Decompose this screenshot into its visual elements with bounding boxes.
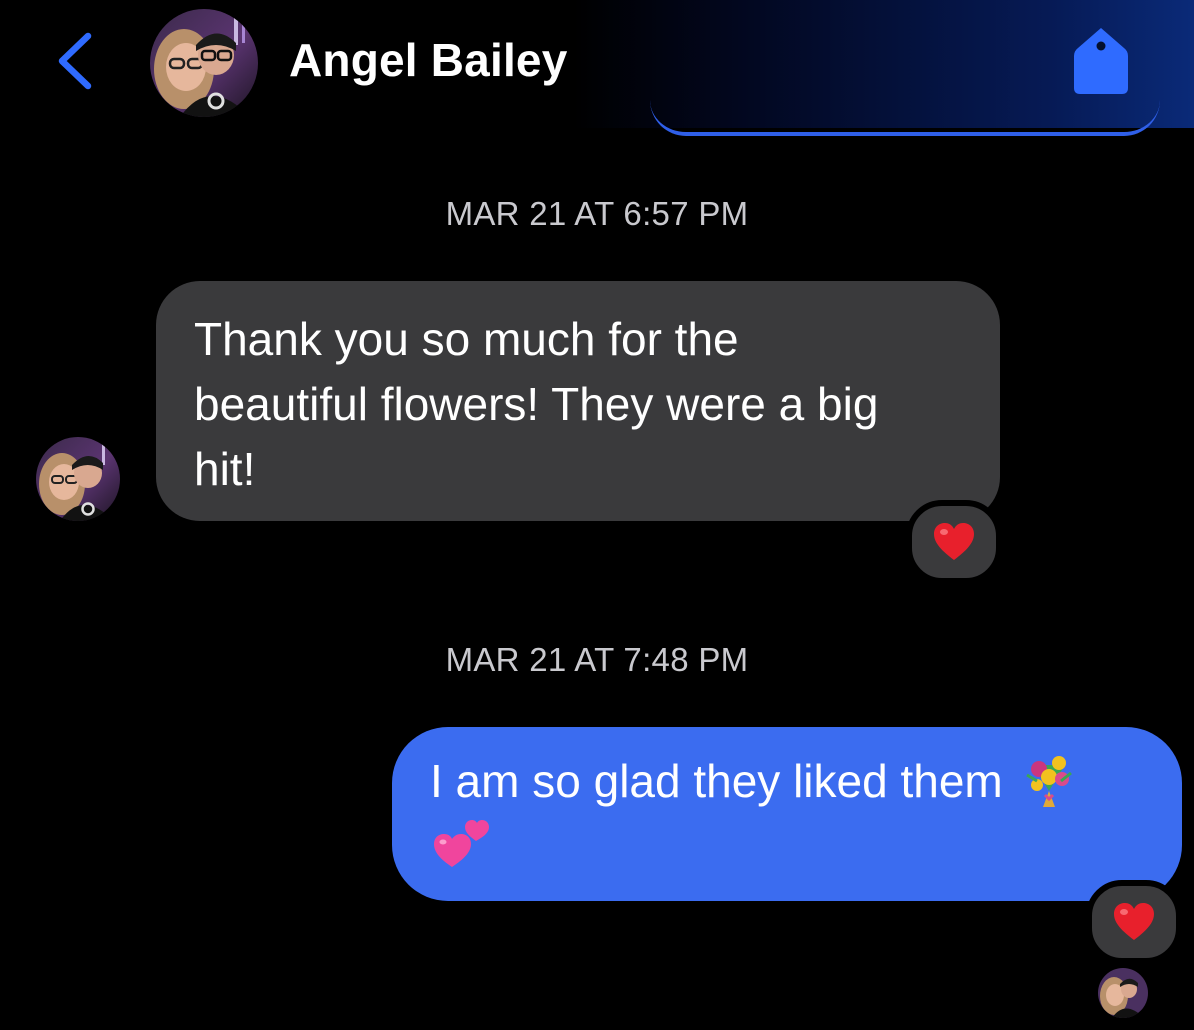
chat-header: Angel Bailey <box>0 0 1194 136</box>
chat-screen: Angel Bailey MAR 21 AT 6:57 PM Thank you… <box>0 0 1194 1030</box>
bouquet-icon <box>1019 751 1079 811</box>
red-heart-icon <box>934 523 974 560</box>
outgoing-message-line: I am so glad they liked them <box>430 749 1142 813</box>
two-hearts-icon <box>430 813 492 873</box>
contact-avatar[interactable] <box>150 9 258 117</box>
contact-name[interactable]: Angel Bailey <box>289 33 568 87</box>
back-button[interactable] <box>52 30 100 92</box>
outgoing-message-line <box>430 813 1142 873</box>
message-timestamp: MAR 21 AT 7:48 PM <box>445 641 749 678</box>
tag-button[interactable] <box>1070 24 1132 96</box>
message-timestamp: MAR 21 AT 6:57 PM <box>445 195 749 232</box>
message-line: hit! <box>194 443 256 495</box>
red-heart-icon <box>1114 903 1154 940</box>
heart-reaction[interactable] <box>906 500 1002 584</box>
heart-reaction[interactable] <box>1086 880 1182 964</box>
outgoing-message-text: I am so glad they liked them <box>430 755 1003 807</box>
chevron-left-icon <box>58 32 92 90</box>
incoming-message-bubble[interactable]: Thank you so much for the beautiful flow… <box>156 281 1000 521</box>
message-line: beautiful flowers! They were a big <box>194 378 879 430</box>
outgoing-message-bubble[interactable]: I am so glad they liked them <box>392 727 1182 901</box>
tag-icon <box>1074 28 1128 94</box>
message-line: Thank you so much for the <box>194 313 739 365</box>
scrolled-bubble-edge <box>650 100 1160 136</box>
sender-avatar[interactable] <box>36 437 120 521</box>
read-receipt-avatar <box>1098 968 1148 1018</box>
incoming-message-text: Thank you so much for the beautiful flow… <box>194 307 966 502</box>
